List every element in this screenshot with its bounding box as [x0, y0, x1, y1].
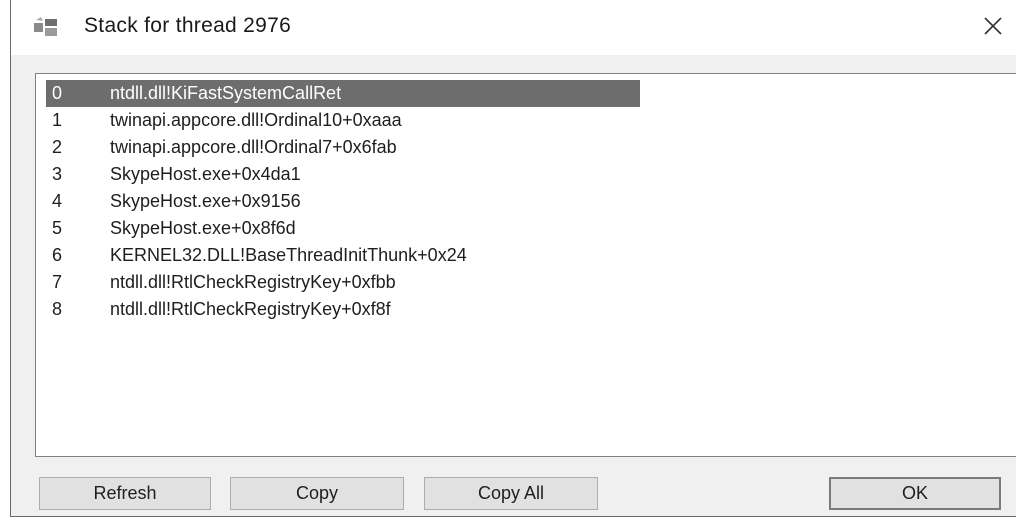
frame-function: SkypeHost.exe+0x9156 [110, 191, 301, 211]
frame-index: 0 [52, 83, 63, 103]
stack-frame-row[interactable]: 4 SkypeHost.exe+0x9156 [46, 188, 301, 215]
frame-function: ntdll.dll!RtlCheckRegistryKey+0xfbb [110, 272, 396, 292]
stack-frame-row[interactable]: 5 SkypeHost.exe+0x8f6d [46, 215, 296, 242]
frame-function: twinapi.appcore.dll!Ordinal7+0x6fab [110, 137, 397, 157]
frame-index: 2 [52, 137, 63, 157]
stack-frame-row[interactable]: 3 SkypeHost.exe+0x4da1 [46, 161, 301, 188]
stack-frame-row[interactable]: 6 KERNEL32.DLL!BaseThreadInitThunk+0x24 [46, 242, 467, 269]
stack-frame-row[interactable]: 8 ntdll.dll!RtlCheckRegistryKey+0xf8f [46, 296, 391, 323]
frame-function: SkypeHost.exe+0x8f6d [110, 218, 296, 238]
frame-function: SkypeHost.exe+0x4da1 [110, 164, 301, 184]
frame-function: ntdll.dll!KiFastSystemCallRet [110, 83, 342, 103]
title-bar: Stack for thread 2976 [11, 0, 1016, 55]
frame-index: 3 [52, 164, 63, 184]
close-button[interactable] [970, 4, 1016, 48]
stack-frame-row[interactable]: 1 twinapi.appcore.dll!Ordinal10+0xaaa [46, 107, 402, 134]
frame-index: 5 [52, 218, 63, 238]
stack-dialog: Stack for thread 2976 0 ntdll.dll!KiFast… [10, 0, 1016, 517]
window-title: Stack for thread 2976 [84, 14, 292, 37]
stack-frame-row[interactable]: 2 twinapi.appcore.dll!Ordinal7+0x6fab [46, 134, 397, 161]
frame-index: 6 [52, 245, 63, 265]
frame-index: 7 [52, 272, 63, 292]
frame-function: ntdll.dll!RtlCheckRegistryKey+0xf8f [110, 299, 391, 319]
refresh-button[interactable]: Refresh [39, 477, 211, 510]
frame-function: twinapi.appcore.dll!Ordinal10+0xaaa [110, 110, 402, 130]
stack-frame-row[interactable]: 7 ntdll.dll!RtlCheckRegistryKey+0xfbb [46, 269, 396, 296]
frame-index: 4 [52, 191, 63, 211]
frame-index: 8 [52, 299, 63, 319]
frame-index: 1 [52, 110, 63, 130]
app-icon [33, 17, 59, 39]
ok-button[interactable]: OK [829, 477, 1001, 510]
close-icon [984, 17, 1002, 35]
stack-frame-list[interactable]: 0 ntdll.dll!KiFastSystemCallRet 1 twinap… [35, 73, 1016, 457]
copy-button[interactable]: Copy [230, 477, 404, 510]
frame-function: KERNEL32.DLL!BaseThreadInitThunk+0x24 [110, 245, 467, 265]
copy-all-button[interactable]: Copy All [424, 477, 598, 510]
stack-frame-row[interactable]: 0 ntdll.dll!KiFastSystemCallRet [46, 80, 640, 107]
